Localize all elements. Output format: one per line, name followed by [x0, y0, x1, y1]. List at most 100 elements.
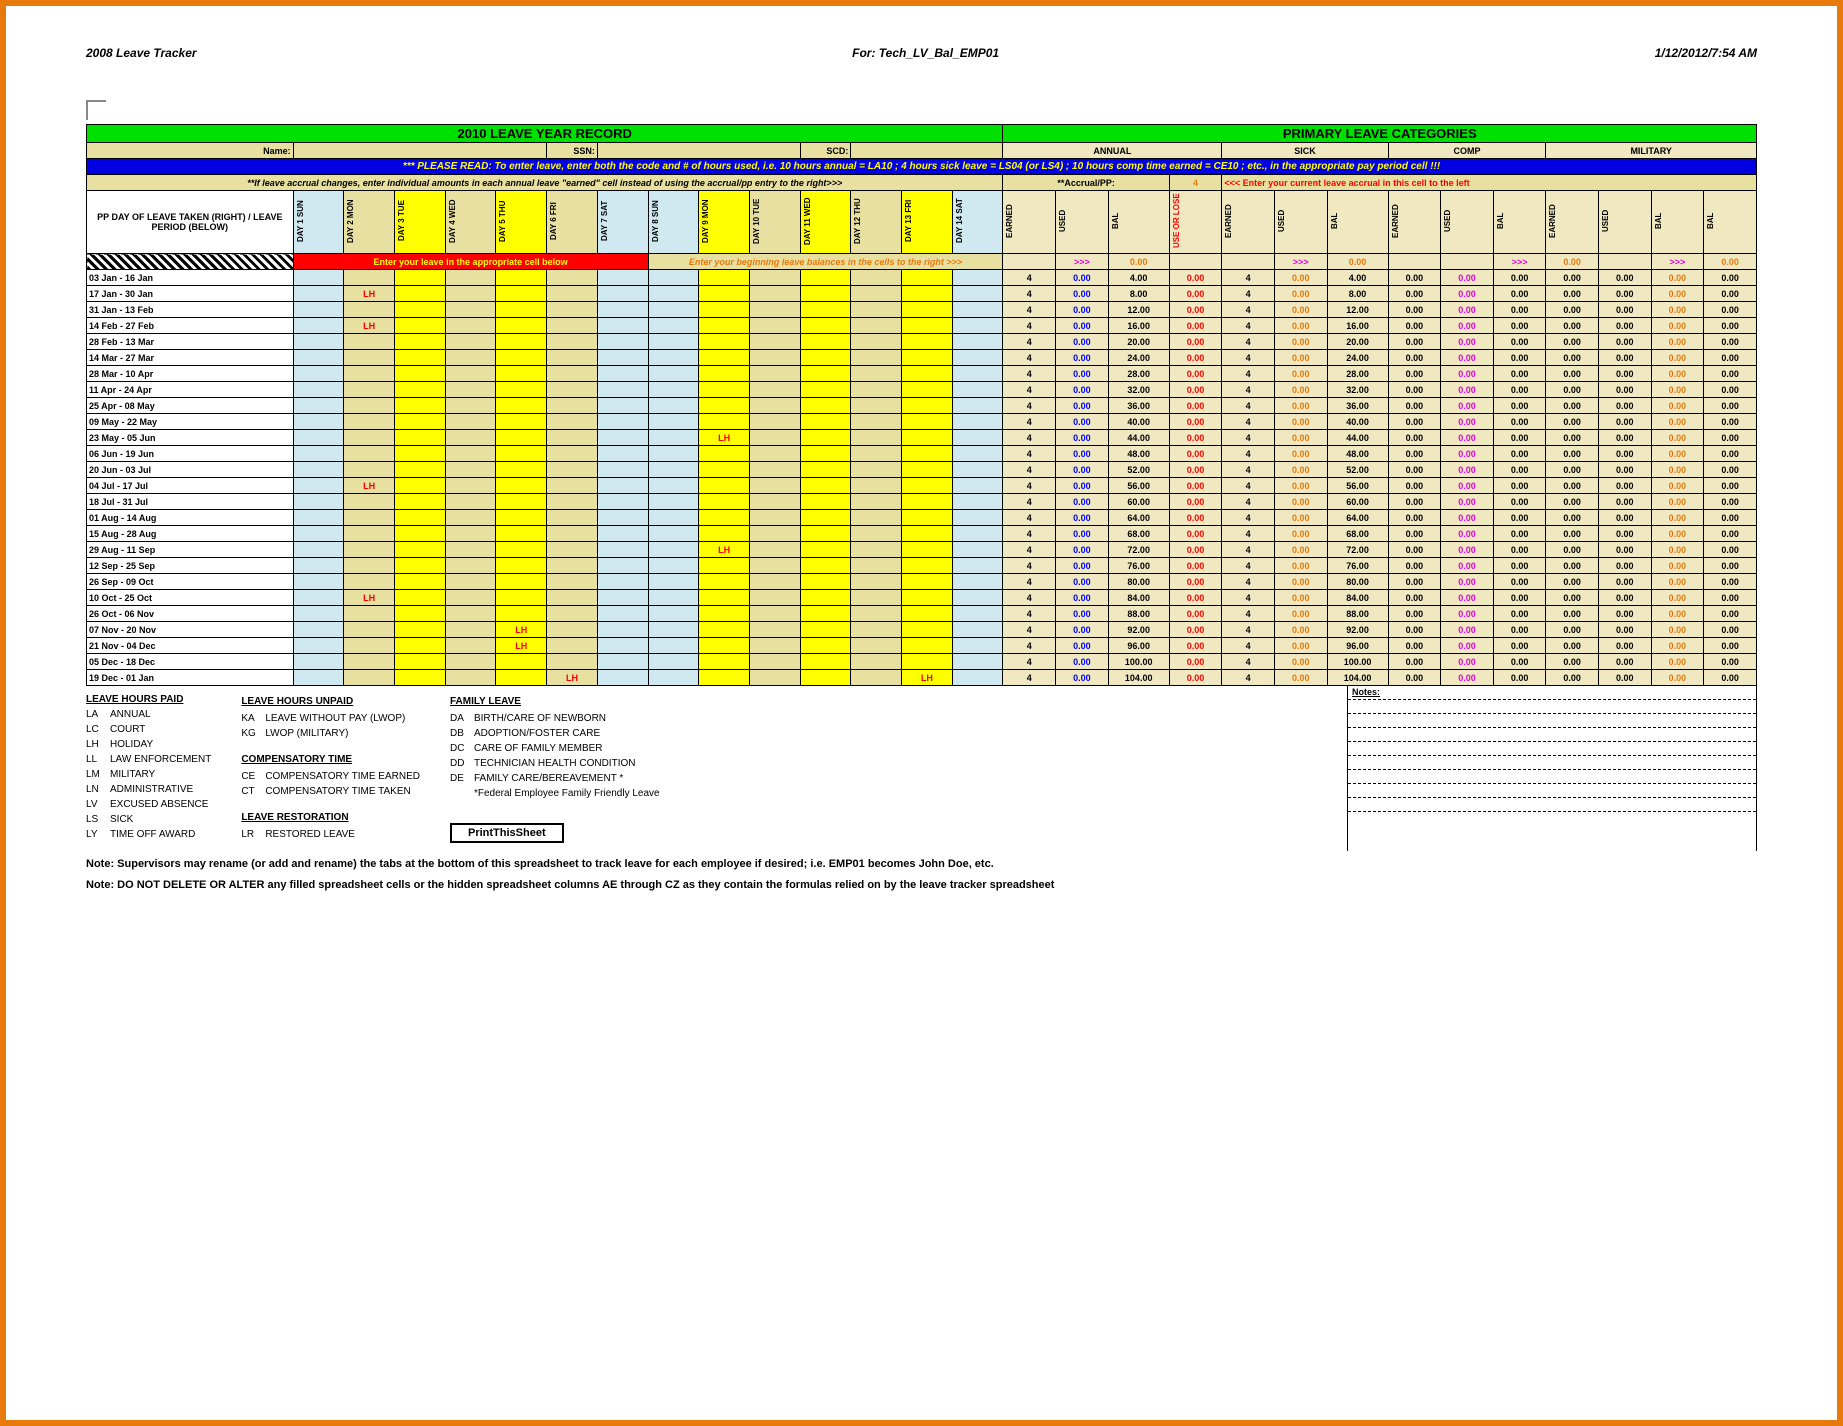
day-cell[interactable]: [496, 510, 547, 526]
day-cell[interactable]: [496, 318, 547, 334]
day-cell[interactable]: [293, 542, 344, 558]
day-cell[interactable]: [597, 302, 648, 318]
day-cell[interactable]: [344, 430, 395, 446]
day-cell[interactable]: [648, 494, 699, 510]
day-cell[interactable]: [445, 510, 496, 526]
day-cell[interactable]: [293, 366, 344, 382]
day-cell[interactable]: [547, 654, 598, 670]
day-cell[interactable]: [547, 446, 598, 462]
day-cell[interactable]: [699, 398, 750, 414]
day-cell[interactable]: [648, 414, 699, 430]
day-cell[interactable]: [496, 414, 547, 430]
day-cell[interactable]: [952, 638, 1003, 654]
day-cell[interactable]: [902, 270, 953, 286]
day-cell[interactable]: [749, 574, 800, 590]
day-cell[interactable]: [445, 414, 496, 430]
day-cell[interactable]: [597, 494, 648, 510]
day-cell[interactable]: [445, 430, 496, 446]
day-cell[interactable]: [496, 350, 547, 366]
day-cell[interactable]: [293, 302, 344, 318]
day-cell[interactable]: LH: [344, 318, 395, 334]
day-cell[interactable]: [851, 430, 902, 446]
day-cell[interactable]: [749, 494, 800, 510]
day-cell[interactable]: [344, 302, 395, 318]
day-cell[interactable]: LH: [902, 670, 953, 686]
day-cell[interactable]: [902, 302, 953, 318]
day-cell[interactable]: [800, 510, 851, 526]
day-cell[interactable]: [547, 638, 598, 654]
day-cell[interactable]: [699, 286, 750, 302]
day-cell[interactable]: [445, 574, 496, 590]
day-cell[interactable]: [902, 638, 953, 654]
day-cell[interactable]: [597, 638, 648, 654]
day-cell[interactable]: [800, 430, 851, 446]
day-cell[interactable]: [749, 334, 800, 350]
day-cell[interactable]: [496, 494, 547, 510]
day-cell[interactable]: [800, 382, 851, 398]
day-cell[interactable]: [851, 590, 902, 606]
day-cell[interactable]: [648, 398, 699, 414]
day-cell[interactable]: [699, 574, 750, 590]
day-cell[interactable]: [496, 366, 547, 382]
day-cell[interactable]: [800, 334, 851, 350]
day-cell[interactable]: [952, 446, 1003, 462]
day-cell[interactable]: [749, 558, 800, 574]
day-cell[interactable]: [952, 334, 1003, 350]
day-cell[interactable]: [395, 494, 446, 510]
day-cell[interactable]: [293, 670, 344, 686]
day-cell[interactable]: [800, 590, 851, 606]
day-cell[interactable]: [902, 286, 953, 302]
day-cell[interactable]: [851, 510, 902, 526]
day-cell[interactable]: [293, 414, 344, 430]
day-cell[interactable]: [851, 526, 902, 542]
day-cell[interactable]: [952, 286, 1003, 302]
day-cell[interactable]: [293, 462, 344, 478]
day-cell[interactable]: [648, 462, 699, 478]
day-cell[interactable]: [851, 638, 902, 654]
day-cell[interactable]: [648, 510, 699, 526]
day-cell[interactable]: [547, 334, 598, 350]
day-cell[interactable]: [902, 398, 953, 414]
day-cell[interactable]: [749, 350, 800, 366]
day-cell[interactable]: [699, 622, 750, 638]
day-cell[interactable]: [902, 542, 953, 558]
day-cell[interactable]: [800, 414, 851, 430]
day-cell[interactable]: [749, 590, 800, 606]
day-cell[interactable]: [800, 558, 851, 574]
day-cell[interactable]: [395, 526, 446, 542]
day-cell[interactable]: [800, 270, 851, 286]
day-cell[interactable]: [952, 318, 1003, 334]
day-cell[interactable]: [699, 638, 750, 654]
day-cell[interactable]: [547, 462, 598, 478]
day-cell[interactable]: [699, 270, 750, 286]
day-cell[interactable]: [952, 382, 1003, 398]
day-cell[interactable]: [344, 462, 395, 478]
accrual-value[interactable]: 4: [1169, 175, 1222, 191]
day-cell[interactable]: [597, 398, 648, 414]
day-cell[interactable]: [749, 318, 800, 334]
day-cell[interactable]: [851, 558, 902, 574]
day-cell[interactable]: [496, 446, 547, 462]
day-cell[interactable]: [952, 270, 1003, 286]
day-cell[interactable]: [395, 622, 446, 638]
day-cell[interactable]: [699, 526, 750, 542]
day-cell[interactable]: [699, 462, 750, 478]
day-cell[interactable]: [952, 462, 1003, 478]
day-cell[interactable]: [800, 462, 851, 478]
day-cell[interactable]: [344, 446, 395, 462]
day-cell[interactable]: [344, 574, 395, 590]
day-cell[interactable]: LH: [344, 590, 395, 606]
name-input[interactable]: [293, 143, 547, 159]
day-cell[interactable]: [952, 606, 1003, 622]
day-cell[interactable]: [344, 606, 395, 622]
day-cell[interactable]: [851, 654, 902, 670]
day-cell[interactable]: LH: [699, 430, 750, 446]
day-cell[interactable]: [952, 366, 1003, 382]
day-cell[interactable]: [952, 430, 1003, 446]
day-cell[interactable]: [749, 382, 800, 398]
day-cell[interactable]: [344, 654, 395, 670]
day-cell[interactable]: [749, 270, 800, 286]
day-cell[interactable]: [395, 286, 446, 302]
day-cell[interactable]: [902, 334, 953, 350]
day-cell[interactable]: [445, 270, 496, 286]
